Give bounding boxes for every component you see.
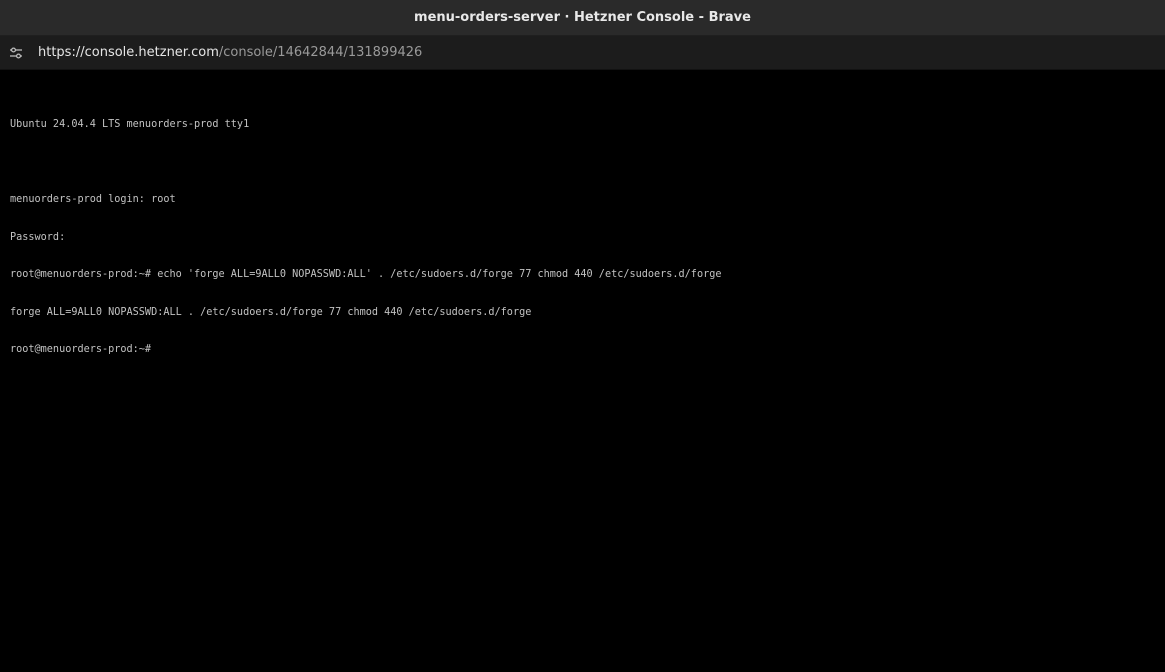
- url-path: /console/14642844/131899426: [218, 45, 423, 60]
- url-host: https://console.hetzner.com: [38, 45, 219, 60]
- terminal-prompt: root@menuorders-prod:~#: [10, 344, 152, 355]
- address-bar[interactable]: https://console.hetzner.com/console/1464…: [0, 36, 1165, 70]
- window-title: menu-orders-server · Hetzner Console - B…: [414, 10, 751, 25]
- window-titlebar[interactable]: menu-orders-server · Hetzner Console - B…: [0, 0, 1165, 36]
- console-terminal[interactable]: Ubuntu 24.04.4 LTS menuorders-prod tty1 …: [0, 70, 1165, 672]
- terminal-line: Password:: [10, 231, 66, 243]
- terminal-line: Ubuntu 24.04.4 LTS menuorders-prod tty1: [10, 119, 250, 130]
- terminal-output: Ubuntu 24.04.4 LTS menuorders-prod tty1 …: [10, 94, 721, 382]
- terminal-line: forge ALL=9ALL0 NOPASSWD:ALL . /etc/sudo…: [10, 306, 532, 318]
- terminal-line: root@menuorders-prod:~# echo 'forge ALL=…: [10, 269, 722, 280]
- browser-window: menu-orders-server · Hetzner Console - B…: [0, 0, 1165, 672]
- terminal-line: menuorders-prod login: root: [10, 194, 176, 205]
- sliders-icon: [10, 46, 22, 59]
- url-text[interactable]: https://console.hetzner.com/console/1464…: [38, 45, 422, 60]
- site-settings-icon[interactable]: [9, 46, 23, 60]
